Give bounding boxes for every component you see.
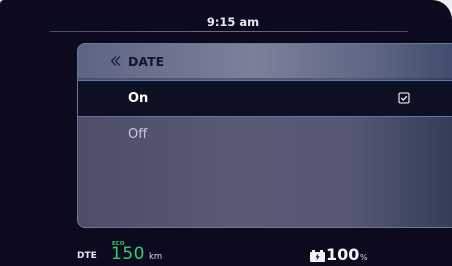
status-divider [50, 31, 408, 32]
option-on[interactable]: On [78, 80, 452, 117]
clock: 9:15 am [206, 15, 260, 29]
option-off[interactable]: Off [78, 117, 452, 152]
range-value: 150 [111, 244, 145, 264]
dashboard-screen: 9:15 am DATE On Off DTE ECO 150 km 100 % [0, 0, 452, 266]
double-chevron-left-icon[interactable] [109, 55, 121, 67]
settings-menu-panel: DATE On Off [77, 43, 452, 228]
range-unit: km [149, 252, 163, 262]
menu-title: DATE [128, 54, 165, 69]
option-label: On [128, 91, 149, 106]
battery-unit: % [360, 253, 368, 262]
battery-level: 100 [326, 245, 360, 264]
menu-header: DATE [78, 44, 452, 78]
battery-charging-icon [310, 250, 325, 262]
dte-label: DTE [77, 251, 97, 261]
checkbox-checked-icon [398, 92, 410, 104]
footer-bar: DTE ECO 150 km 100 % [0, 236, 452, 266]
option-label: Off [128, 127, 148, 142]
